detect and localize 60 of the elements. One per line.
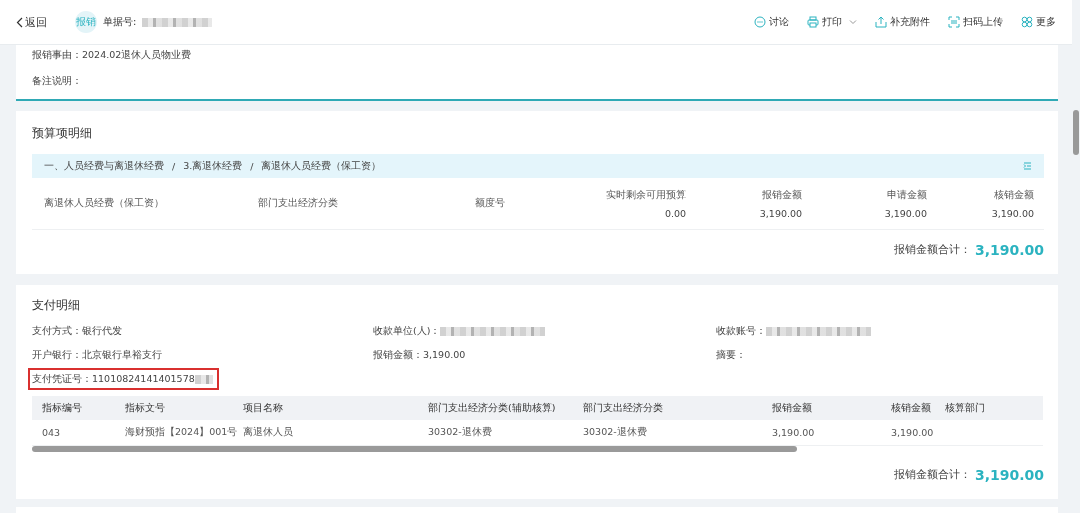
amount-text: 3,190.00	[884, 207, 927, 219]
total-label: 报销金额合计：	[893, 243, 971, 257]
breadcrumb-separator: /	[250, 160, 254, 172]
toolbar-button[interactable]: 补充附件	[875, 15, 930, 29]
field-text: 收款单位(人)：	[373, 324, 441, 338]
upload-icon	[875, 16, 887, 28]
printer-icon	[807, 16, 819, 28]
column-header: 报销金额	[762, 396, 881, 420]
field-text: 报销事由：2024.02退休人员物业费	[32, 49, 193, 62]
field-text: 备注说明：	[32, 75, 83, 88]
table-cell: 30302-退休费	[418, 420, 573, 445]
table-cell: 3,190.00	[881, 420, 935, 445]
column-label: 核销金额	[994, 188, 1034, 202]
table-cell: 043	[32, 420, 115, 445]
field-text: 开户银行：北京银行阜裕支行	[32, 348, 162, 362]
column-label: 申请金额	[886, 188, 927, 202]
breadcrumb-item[interactable]: 离退休人员经费（保工资）	[261, 159, 382, 173]
column-header: 部门支出经济分类(辅助核算)	[418, 396, 573, 420]
section-title: 支付明细	[32, 297, 81, 314]
toolbar-button[interactable]: 扫码上传	[948, 15, 1003, 29]
back-button[interactable]: 返回	[16, 14, 47, 30]
toolbar-button[interactable]: 更多	[1021, 15, 1056, 29]
scrollbar-thumb[interactable]	[1073, 110, 1079, 155]
amount-text: 3,190.00	[759, 207, 803, 219]
column-header: 指标编号	[32, 396, 115, 420]
column-label: 实时剩余可用预算	[606, 188, 687, 202]
chevron-left-icon	[16, 16, 23, 28]
column-header: 核算部门	[935, 396, 1043, 420]
column-header: 项目名称	[233, 396, 418, 420]
breadcrumb-item[interactable]: 一、人员经费与离退休经费	[44, 159, 164, 173]
budget-item-name: 离退休人员经费（保工资）	[44, 197, 165, 210]
list-icon[interactable]	[1023, 162, 1032, 170]
grid-icon	[1021, 16, 1033, 28]
table-cell: 3,190.00	[762, 420, 881, 445]
toolbar-button[interactable]: 打印	[807, 15, 857, 29]
total-amount: 3,190.00	[974, 242, 1044, 258]
column-header: 部门支出经济分类	[573, 396, 762, 420]
column-label: 额度号	[474, 197, 505, 210]
table-cell: 30302-退休费	[573, 420, 762, 445]
column-header: 核销金额	[881, 396, 935, 420]
column-header: 指标文号	[115, 396, 233, 420]
horizontal-scrollbar[interactable]	[32, 445, 797, 452]
field-text: 支付凭证号：11010824141401578	[32, 372, 195, 386]
total-label: 报销金额合计：	[893, 467, 971, 482]
field-text: 摘要：	[716, 348, 746, 362]
type-badge: 报销	[75, 11, 97, 33]
total-amount: 3,190.00	[974, 466, 1044, 483]
breadcrumb-separator: /	[172, 160, 176, 172]
column-label: 部门支出经济分类	[258, 197, 339, 210]
amount-text: 0.00	[665, 207, 687, 219]
section-title: 预算项明细	[32, 125, 93, 142]
field-text: 报销金额：3,190.00	[373, 348, 466, 362]
column-label: 报销金额	[762, 188, 803, 202]
breadcrumb-item[interactable]: 3.离退休经费	[183, 159, 243, 173]
doc-number-label: 单据号:	[103, 15, 137, 29]
field-text: 支付方式：银行代发	[32, 324, 122, 338]
toolbar-button[interactable]: 讨论	[754, 15, 789, 29]
field-text: 收款账号：	[716, 324, 766, 338]
amount-text: 3,190.00	[991, 207, 1034, 219]
scan-icon	[948, 16, 960, 28]
